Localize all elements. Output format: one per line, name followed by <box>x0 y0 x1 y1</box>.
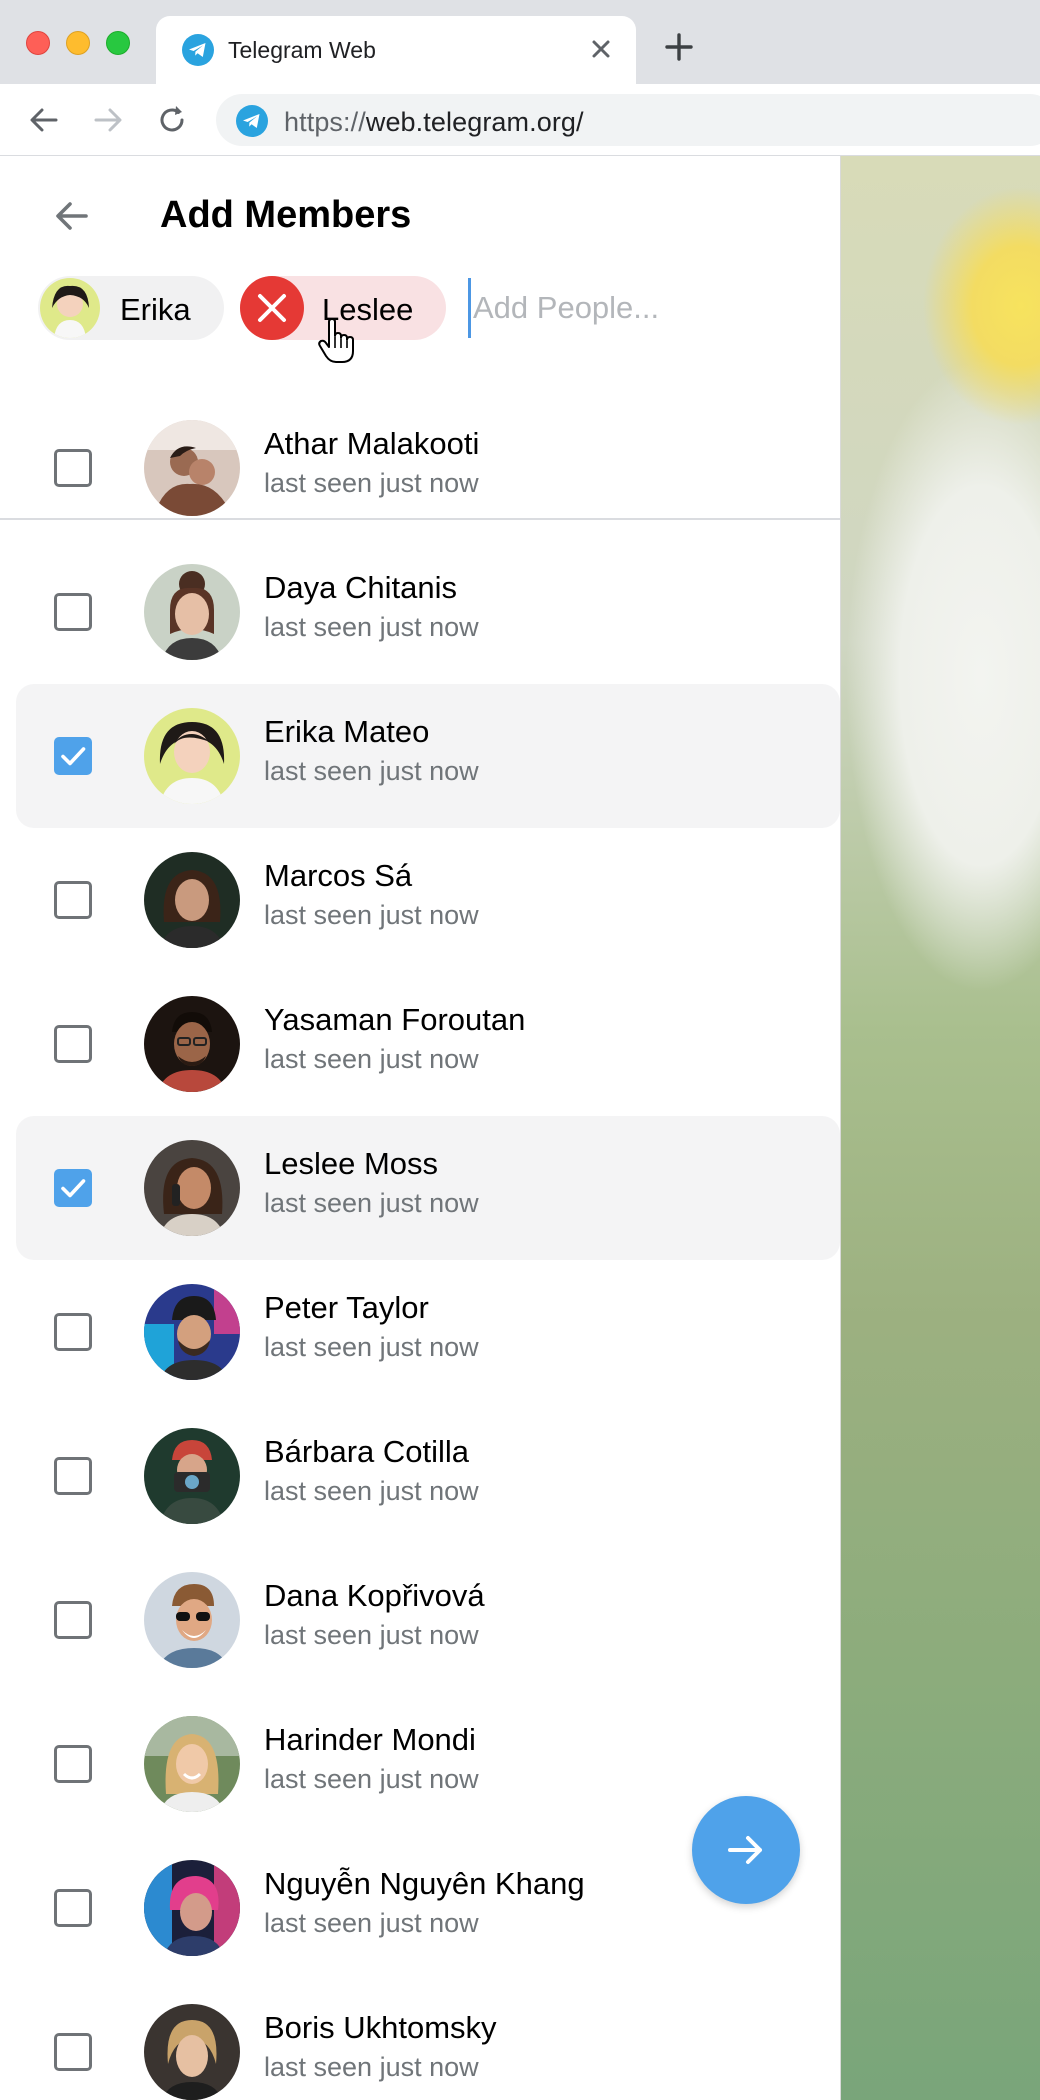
avatar <box>144 2004 240 2100</box>
contact-status: last seen just now <box>264 1332 479 1362</box>
back-icon[interactable] <box>24 100 64 140</box>
page-title: Add Members <box>160 194 412 236</box>
tab-title: Telegram Web <box>228 37 376 63</box>
arrow-right-icon <box>728 1836 762 1864</box>
avatar <box>144 1716 240 1812</box>
avatar <box>40 278 100 338</box>
contact-status: last seen just now <box>264 756 479 786</box>
list-item[interactable]: Yasaman Foroutan last seen just now <box>16 972 840 1116</box>
contact-name: Boris Ukhtomsky <box>264 2010 497 2045</box>
checkbox[interactable] <box>54 881 92 919</box>
checkbox[interactable] <box>54 593 92 631</box>
checkbox[interactable] <box>54 737 92 775</box>
list-item[interactable]: Athar Malakooti last seen just now <box>16 396 840 540</box>
next-button[interactable] <box>692 1796 800 1904</box>
avatar <box>144 1860 240 1956</box>
telegram-icon <box>182 34 214 66</box>
contact-name: Yasaman Foroutan <box>264 1002 526 1037</box>
list-item[interactable]: Daya Chitanis last seen just now <box>16 540 840 684</box>
chat-wallpaper <box>840 156 1040 2100</box>
browser-tab-bar: Telegram Web <box>0 0 1040 84</box>
contact-status: last seen just now <box>264 1044 479 1074</box>
contact-name: Leslee Moss <box>264 1146 439 1181</box>
plus-icon[interactable] <box>662 30 696 64</box>
contact-status: last seen just now <box>264 900 479 930</box>
avatar <box>144 420 240 516</box>
url-host: web.telegram.org/ <box>365 107 584 137</box>
contact-status: last seen just now <box>264 612 479 642</box>
contact-name: Dana Kopřivová <box>264 1578 485 1613</box>
list-item[interactable]: Erika Mateo last seen just now <box>16 684 840 828</box>
contact-status: last seen just now <box>264 1908 479 1938</box>
contact-name: Erika Mateo <box>264 714 430 749</box>
avatar <box>144 1284 240 1380</box>
contact-name: Marcos Sá <box>264 858 413 893</box>
list-item[interactable]: Marcos Sá last seen just now <box>16 828 840 972</box>
checkbox[interactable] <box>54 1169 92 1207</box>
checkmark-icon <box>61 1179 86 1198</box>
avatar <box>144 1428 240 1524</box>
contact-status: last seen just now <box>264 2052 479 2082</box>
list-item[interactable]: Dana Kopřivová last seen just now <box>16 1548 840 1692</box>
close-icon[interactable] <box>584 32 618 66</box>
list-item[interactable]: Peter Taylor last seen just now <box>16 1260 840 1404</box>
avatar <box>144 708 240 804</box>
remove-chip-button[interactable] <box>240 276 304 340</box>
browser-tab[interactable]: Telegram Web <box>156 16 636 84</box>
avatar <box>144 1140 240 1236</box>
panel-header: Add Members <box>0 156 840 252</box>
checkbox[interactable] <box>54 1601 92 1639</box>
chip-erika[interactable]: Erika <box>38 276 224 340</box>
url-text: https://web.telegram.org/ <box>284 107 584 138</box>
telegram-icon <box>236 105 268 137</box>
checkbox[interactable] <box>54 1889 92 1927</box>
arrow-left-icon[interactable] <box>48 192 96 240</box>
checkbox[interactable] <box>54 1313 92 1351</box>
add-people-input[interactable] <box>468 278 818 338</box>
contact-name: Athar Malakooti <box>264 426 480 461</box>
contact-status: last seen just now <box>264 468 479 498</box>
list-item[interactable]: Bárbara Cotilla last seen just now <box>16 1404 840 1548</box>
contact-status: last seen just now <box>264 1620 479 1650</box>
contact-name: Harinder Mondi <box>264 1722 476 1757</box>
url-protocol: https:// <box>284 107 366 137</box>
list-item[interactable]: Boris Ukhtomsky last seen just now <box>16 1980 840 2100</box>
avatar <box>144 852 240 948</box>
forward-icon[interactable] <box>88 100 128 140</box>
checkbox[interactable] <box>54 1457 92 1495</box>
contact-status: last seen just now <box>264 1764 479 1794</box>
chip-label: Erika <box>120 292 191 327</box>
list-item[interactable]: Leslee Moss last seen just now <box>16 1116 840 1260</box>
checkmark-icon <box>61 747 86 766</box>
contact-status: last seen just now <box>264 1476 479 1506</box>
contact-name: Peter Taylor <box>264 1290 429 1325</box>
checkbox[interactable] <box>54 1025 92 1063</box>
window-zoom-button[interactable] <box>106 31 130 55</box>
window-minimize-button[interactable] <box>66 31 90 55</box>
close-icon <box>258 294 286 322</box>
hand-cursor-icon <box>318 318 354 363</box>
address-bar[interactable]: https://web.telegram.org/ <box>216 94 1040 146</box>
window-close-button[interactable] <box>26 31 50 55</box>
checkbox[interactable] <box>54 2033 92 2071</box>
browser-toolbar: https://web.telegram.org/ <box>0 84 1040 156</box>
avatar <box>144 564 240 660</box>
checkbox[interactable] <box>54 449 92 487</box>
contact-name: Bárbara Cotilla <box>264 1434 470 1469</box>
contact-name: Nguyễn Nguyên Khang <box>264 1866 585 1901</box>
avatar <box>144 996 240 1092</box>
avatar <box>144 1572 240 1668</box>
checkbox[interactable] <box>54 1745 92 1783</box>
contact-status: last seen just now <box>264 1188 479 1218</box>
reload-icon[interactable] <box>152 100 192 140</box>
contact-name: Daya Chitanis <box>264 570 457 605</box>
